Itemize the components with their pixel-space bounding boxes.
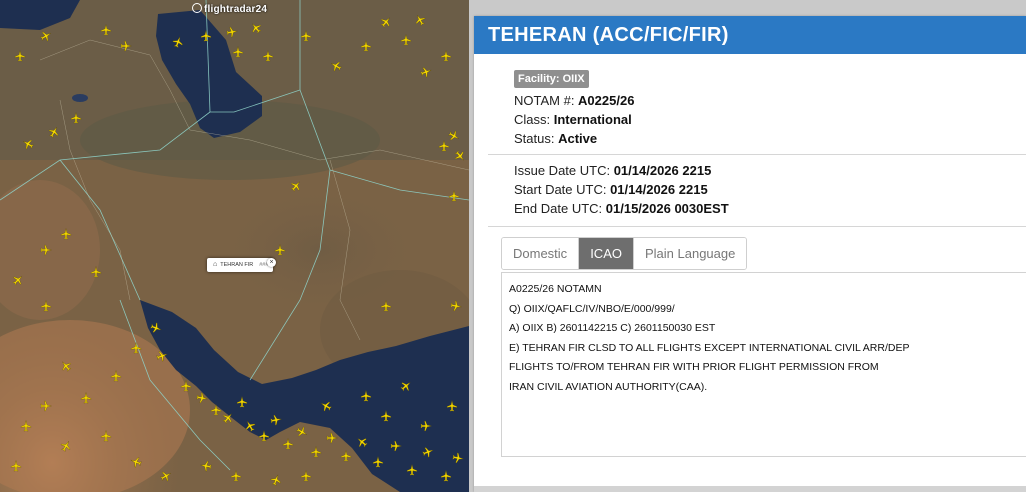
notam-number-row: NOTAM #: A0225/26	[514, 93, 634, 112]
status-label: Status:	[514, 131, 559, 146]
issue-date-value: 01/14/2026 2215	[613, 163, 712, 178]
tab-domestic[interactable]: Domestic	[502, 238, 579, 269]
issue-date-label: Issue Date UTC:	[514, 163, 614, 178]
map-canvas[interactable]	[0, 0, 469, 492]
class-value: International	[553, 112, 632, 127]
status-row: Status: Active	[514, 131, 634, 150]
notam-line: A) OIIX B) 2601142215 C) 2601150030 EST	[509, 322, 716, 334]
format-tabs: Domestic ICAO Plain Language	[501, 237, 748, 270]
class-row: Class: International	[514, 112, 634, 131]
facility-badge: Facility: OIIX	[514, 70, 589, 88]
status-value: Active	[558, 131, 598, 146]
logo-text: flightradar24	[204, 4, 268, 15]
lake	[72, 94, 88, 102]
notam-line: Q) OIIX/QAFLC/IV/NBO/E/000/999/	[509, 302, 675, 315]
notam-panel: TEHERAN (ACC/FIC/FIR) Facility: OIIX NOT…	[474, 16, 1026, 492]
divider	[488, 154, 1026, 155]
fir-label-text: TEHRAN FIR	[220, 262, 254, 268]
tab-icao[interactable]: ICAO	[578, 238, 633, 269]
class-label: Class:	[514, 112, 554, 127]
end-date-row: End Date UTC: 01/15/2026 0030EST	[514, 201, 729, 220]
notam-text-box[interactable]: A0225/26 NOTAMN Q) OIIX/QAFLC/IV/NBO/E/0…	[501, 272, 1026, 457]
end-date-label: End Date UTC:	[514, 201, 606, 216]
fir-label-tag[interactable]: ⌂ TEHRAN FIR ###	[207, 258, 273, 272]
notam-number-label: NOTAM #:	[514, 93, 579, 108]
notam-summary: Facility: OIIX NOTAM #: A0225/26 Class: …	[514, 69, 634, 150]
flight-map[interactable]: flightradar24 ⌂ TEHRAN FIR ### ×	[0, 0, 469, 492]
panel-title: TEHERAN (ACC/FIC/FIR)	[474, 16, 1026, 54]
notam-line: FLIGHTS TO/FROM TEHRAN FIR WITH PRIOR FL…	[509, 361, 879, 373]
flightradar24-logo: flightradar24	[192, 3, 267, 15]
close-icon[interactable]: ×	[267, 258, 276, 267]
start-date-row: Start Date UTC: 01/14/2026 2215	[514, 182, 729, 201]
start-date-label: Start Date UTC:	[514, 182, 611, 197]
tab-plain-language[interactable]: Plain Language	[632, 238, 747, 269]
start-date-value: 01/14/2026 2215	[610, 182, 708, 197]
issue-date-row: Issue Date UTC: 01/14/2026 2215	[514, 163, 729, 182]
notam-line: A0225/26 NOTAMN	[509, 283, 602, 295]
notam-dates: Issue Date UTC: 01/14/2026 2215 Start Da…	[514, 163, 729, 220]
end-date-value: 01/15/2026 0030EST	[605, 201, 729, 216]
divider	[488, 226, 1026, 227]
notam-line: IRAN CIVIL AVIATION AUTHORITY(CAA).	[509, 380, 708, 393]
radar-icon	[192, 3, 202, 13]
notam-number-value: A0225/26	[578, 93, 635, 108]
bottom-strip	[474, 486, 1026, 492]
notam-line: E) TEHRAN FIR CLSD TO ALL FLIGHTS EXCEPT…	[509, 341, 910, 354]
location-pin-icon: ⌂	[213, 261, 218, 268]
